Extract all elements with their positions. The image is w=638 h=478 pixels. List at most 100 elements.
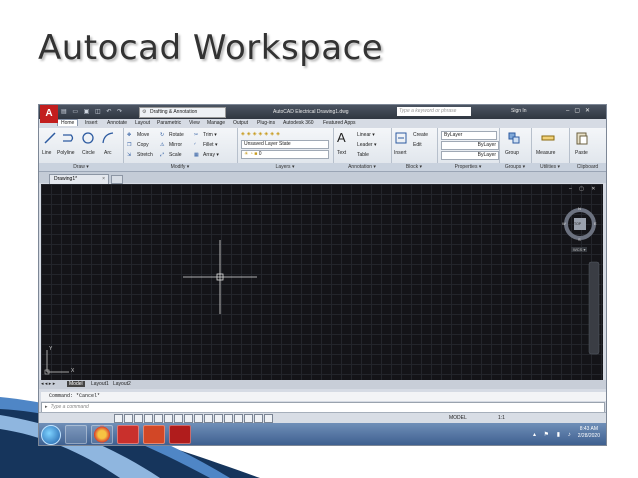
linear-button[interactable]: Linear ▾ [357,132,375,138]
tab-annotate[interactable]: Annotate [107,120,127,126]
taskbar-clock[interactable]: 8:43 AM 2/28/2020 [578,426,600,440]
tab-layout1[interactable]: Layout1 [91,381,109,387]
mirror-button[interactable]: Mirror [169,142,182,148]
groups-panel-title[interactable]: Groups ▾ [499,163,531,171]
lineweight-dropdown[interactable]: ByLayer [441,151,499,160]
viewcube-east[interactable]: E [594,221,597,226]
viewcube-top-face[interactable]: TOP [574,222,581,226]
layout-nav-arrows[interactable]: ◂ ◂ ▸ ▸ [41,381,55,387]
utilities-panel-title[interactable]: Utilities ▾ [531,163,569,171]
fillet-button[interactable]: Fillet ▾ [203,142,217,148]
leader-button[interactable]: Leader ▾ [357,142,376,148]
taskbar-explorer-icon[interactable] [65,425,87,444]
measure-icon[interactable] [541,131,555,145]
create-block-button[interactable]: Create [413,132,428,138]
edit-block-button[interactable]: Edit [413,142,422,148]
ucs-x-label: X [71,368,75,374]
tab-layout2[interactable]: Layout2 [113,381,131,387]
stretch-button[interactable]: Stretch [137,152,153,158]
array-icon: ▦ [194,152,199,158]
layer-tools-icon[interactable]: ◈◈◈◈◈◈◈ [241,131,282,137]
stretch-icon: ⇲ [127,152,132,158]
tab-parametric[interactable]: Parametric [157,120,181,126]
scale-button[interactable]: Scale [169,152,182,158]
file-tab-drawing1[interactable]: Drawing1* × [49,174,109,184]
layers-panel-title[interactable]: Layers ▾ [237,163,333,171]
properties-panel: ByLayer ByLayer ByLayer Properties ▾ [437,128,500,171]
taskbar-autocad-icon[interactable] [169,425,191,444]
array-button[interactable]: Array ▾ [203,152,219,158]
circle-icon[interactable] [81,131,95,145]
tab-model[interactable]: Model [67,381,85,387]
viewcube-north[interactable]: N [578,206,581,211]
tab-view[interactable]: View [189,120,200,126]
trim-button[interactable]: Trim ▾ [203,132,217,138]
viewcube-west[interactable]: W [562,221,566,226]
block-panel-title[interactable]: Block ▾ [391,163,437,171]
application-menu-button[interactable]: A [40,105,58,123]
tab-featured-apps[interactable]: Featured Apps [323,120,356,126]
command-history: Command: *Cancel* [41,392,606,401]
table-button[interactable]: Table [357,152,369,158]
ucs-icon [44,350,69,375]
new-tab-button[interactable] [111,175,123,184]
search-input[interactable]: Type a keyword or phrase [397,107,471,116]
rotate-button[interactable]: Rotate [169,132,184,138]
move-button[interactable]: Move [137,132,149,138]
arc-icon[interactable] [101,131,115,145]
current-layer-dropdown[interactable]: ☀ ◔ ■ 0 [241,150,329,159]
linetype-dropdown[interactable]: ByLayer [441,141,499,150]
rotate-icon: ↻ [160,132,165,138]
tab-plug-ins[interactable]: Plug-ins [257,120,275,126]
paste-label: Paste [575,150,588,156]
clipboard-panel-title[interactable]: Clipboard [569,163,606,171]
draw-panel: Line Polyline Circle Arc Draw ▾ [39,128,124,171]
window-controls[interactable]: –▢✕ [566,107,595,114]
tab-autodesk-360[interactable]: Autodesk 360 [283,120,314,126]
tab-home[interactable]: Home [57,119,79,126]
copy-button[interactable]: Copy [137,142,149,148]
insert-label: Insert [394,150,407,156]
paste-icon[interactable] [575,131,589,145]
line-icon[interactable] [43,131,57,145]
wcs-dropdown[interactable]: WCS ▾ [571,247,588,252]
title-bar: A ▤ ▭ ▣ ◫ ↶ ↷ ⚙ Drafting & Annotation Au… [39,105,606,123]
drawing-canvas[interactable]: Y X N S E W TOP WCS ▾ [41,184,603,380]
scale-icon: ⤢ [160,152,165,158]
arc-label: Arc [104,150,112,156]
taskbar-powerpoint-icon[interactable] [143,425,165,444]
annotation-panel-title[interactable]: Annotation ▾ [333,163,391,171]
tab-insert[interactable]: Insert [85,120,98,126]
properties-panel-title[interactable]: Properties ▾ [437,163,499,171]
tab-layout[interactable]: Layout [135,120,150,126]
modify-panel-title[interactable]: Modify ▾ [123,163,237,171]
fillet-icon: ◜ [194,142,196,148]
layer-state-dropdown[interactable]: Unsaved Layer State [241,140,329,149]
gear-icon: ⚙ [142,109,147,115]
workspace-selector[interactable]: ⚙ Drafting & Annotation [139,107,226,118]
ucs-y-label: Y [49,346,53,352]
navigation-bar[interactable] [588,261,600,355]
close-icon[interactable]: × [102,175,105,184]
model-space-button[interactable]: MODEL [449,415,467,421]
command-placeholder: Type a command [50,404,89,410]
color-dropdown[interactable]: ByLayer [441,131,497,140]
viewport-controls[interactable]: – ▢ ✕ [569,186,598,192]
insert-block-icon[interactable] [394,131,408,145]
polyline-icon[interactable] [61,131,75,145]
group-icon[interactable] [507,131,521,145]
windows-taskbar: ▴ ⚑ ▮ ♪ 8:43 AM 2/28/2020 [39,423,606,445]
start-button[interactable] [41,425,61,445]
viewcube-south[interactable]: S [578,237,581,242]
quick-access-toolbar[interactable]: ▤ ▭ ▣ ◫ ↶ ↷ [61,108,124,115]
annotation-scale[interactable]: 1:1 [498,415,505,421]
tab-output[interactable]: Output [233,120,248,126]
taskbar-chrome-icon[interactable] [91,425,113,444]
text-icon[interactable]: A [337,130,346,145]
tab-manage[interactable]: Manage [207,120,225,126]
taskbar-app-icon[interactable] [117,425,139,444]
polyline-label: Polyline [57,150,75,156]
sign-in-button[interactable]: Sign In [511,108,527,114]
draw-panel-title[interactable]: Draw ▾ [39,163,123,171]
system-tray-icons[interactable]: ▴ ⚑ ▮ ♪ [533,431,574,438]
